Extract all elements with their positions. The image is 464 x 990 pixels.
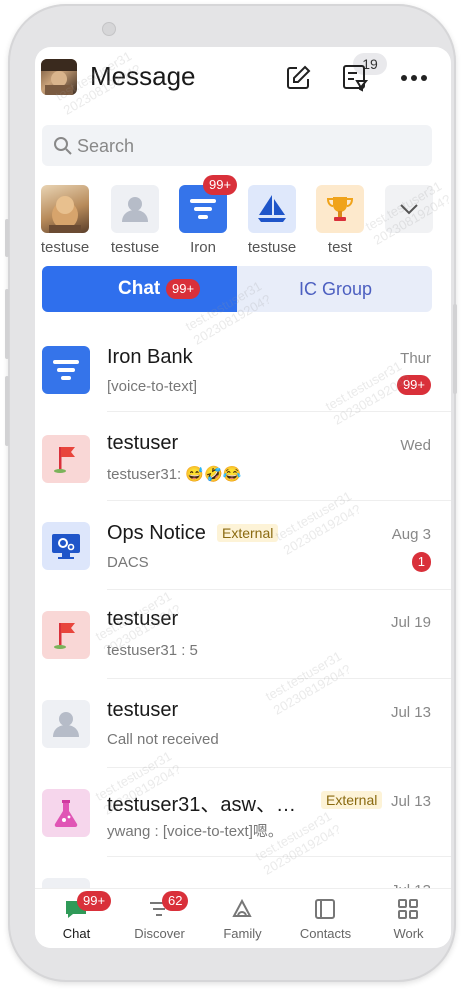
chat-name: testuser31、asw、… <box>107 794 296 816</box>
list-item[interactable]: testuser testuser31 : 5 Jul 19 <box>35 591 451 679</box>
chat-name: testuser <box>107 699 179 721</box>
shortcut-item[interactable]: testuse <box>244 185 300 256</box>
flask-icon <box>42 789 90 837</box>
divider <box>107 500 451 501</box>
external-tag: External <box>321 791 383 809</box>
shortcut-item[interactable]: testuse <box>37 185 93 256</box>
shortcut-label: testuse <box>247 239 297 256</box>
nav-label: Chat <box>62 926 91 941</box>
chat-name: testuser <box>107 608 179 630</box>
shortcut-item[interactable]: testuse <box>107 185 163 256</box>
avatar[interactable] <box>41 59 77 95</box>
shortcut-label: test <box>327 239 353 256</box>
tab-chat[interactable]: Chat 99+ <box>42 266 237 312</box>
tab-ic-group-label: IC Group <box>299 279 373 299</box>
shortcut-label: testuse <box>40 239 90 256</box>
divider <box>107 856 451 857</box>
search-icon <box>53 136 73 161</box>
bottom-nav: 99+ Chat 62 Discover Family Contacts Wor… <box>35 888 451 948</box>
flag-icon <box>42 435 90 483</box>
nav-family[interactable]: Family <box>201 889 284 948</box>
page-title: Message <box>90 61 196 91</box>
phone-frame: Message 19 Search testuse testuse 99+ Ir… <box>5 4 457 982</box>
app-screen: Message 19 Search testuse testuse 99+ Ir… <box>35 47 451 948</box>
divider <box>107 678 451 679</box>
chat-time: Jul 13 <box>390 793 431 810</box>
list-item[interactable]: testuser Call not received Jul 13 <box>35 680 451 768</box>
side-button <box>5 219 9 257</box>
nav-chat[interactable]: 99+ Chat <box>35 889 118 948</box>
list-item[interactable]: testuser testuser31: 😅🤣😂 Wed <box>35 413 451 501</box>
monitor-gear-icon <box>42 522 90 570</box>
divider <box>107 411 451 412</box>
compose-icon[interactable] <box>283 63 313 93</box>
side-button <box>5 376 9 446</box>
unread-badge: 99+ <box>203 175 238 195</box>
bank-icon: 99+ <box>179 175 238 233</box>
chat-preview: testuser31: 😅🤣😂 <box>107 466 242 483</box>
list-item[interactable]: testuser31、asw、… External ywang : [voice… <box>35 769 451 857</box>
front-camera <box>102 22 116 36</box>
chat-preview: Call not received <box>107 731 219 748</box>
chat-time: Thur <box>400 350 431 367</box>
chat-preview: testuser31 : 5 <box>107 642 198 659</box>
nav-label: Contacts <box>299 926 352 941</box>
nav-label: Discover <box>134 926 185 941</box>
chat-name: Iron Bank <box>107 346 193 368</box>
side-button <box>5 289 9 359</box>
sailboat-icon <box>248 185 296 233</box>
search-input[interactable]: Search <box>42 125 432 166</box>
chat-time: Aug 3 <box>391 526 431 543</box>
tab-chat-label: Chat <box>118 278 161 299</box>
chat-time: Wed <box>400 437 431 454</box>
flag-icon <box>42 611 90 659</box>
list-item[interactable]: Iron Bank [voice-to-text] Thur 99+ <box>35 324 451 412</box>
chat-name: testuser <box>107 432 179 454</box>
unread-badge: 99+ <box>396 375 431 395</box>
chat-name: Ops Notice <box>107 522 206 544</box>
list-item[interactable]: Ops Notice External DACS Aug 3 1 <box>35 502 451 590</box>
chat-tabs: Chat 99+ IC Group <box>42 266 432 312</box>
trophy-icon <box>316 185 364 233</box>
chat-time: Jul 19 <box>390 614 431 631</box>
expand-shortcuts-button[interactable] <box>381 185 437 233</box>
more-dots-icon[interactable] <box>399 63 429 93</box>
unread-badge: 99+ <box>166 279 201 299</box>
grid-icon <box>394 897 422 921</box>
nav-discover[interactable]: 62 Discover <box>118 889 201 948</box>
nav-label: Work <box>393 926 424 941</box>
default-user-icon <box>111 185 159 233</box>
shortcut-label: Iron <box>190 239 216 256</box>
chat-preview: [voice-to-text] <box>107 378 198 395</box>
chat-preview: ywang : [voice-to-text]嗯。 <box>107 823 283 840</box>
shortcut-item[interactable]: 99+ Iron <box>175 175 238 256</box>
family-icon <box>228 897 256 921</box>
chevron-down-icon <box>385 185 433 233</box>
bank-icon <box>42 346 90 394</box>
external-tag: External <box>217 524 279 542</box>
nav-work[interactable]: Work <box>367 889 450 948</box>
nav-contacts[interactable]: Contacts <box>284 889 367 948</box>
chat-preview: DACS <box>107 554 149 571</box>
chat-time: Jul 13 <box>390 704 431 721</box>
contacts-icon <box>311 897 339 921</box>
unread-badge: 1 <box>411 552 431 572</box>
divider <box>107 767 451 768</box>
tab-ic-group[interactable]: IC Group <box>237 266 432 312</box>
filter-list-icon[interactable] <box>340 63 370 93</box>
unread-badge: 62 <box>162 891 189 911</box>
shortcut-item[interactable]: test <box>312 185 368 256</box>
nav-label: Family <box>223 926 262 941</box>
default-user-icon <box>42 700 90 748</box>
divider <box>107 589 451 590</box>
unread-badge: 99+ <box>77 891 112 911</box>
top-bar: Message 19 <box>35 47 451 113</box>
search-placeholder: Search <box>77 136 135 156</box>
side-button <box>453 304 457 394</box>
avatar <box>41 185 89 233</box>
shortcut-label: testuse <box>110 239 160 256</box>
